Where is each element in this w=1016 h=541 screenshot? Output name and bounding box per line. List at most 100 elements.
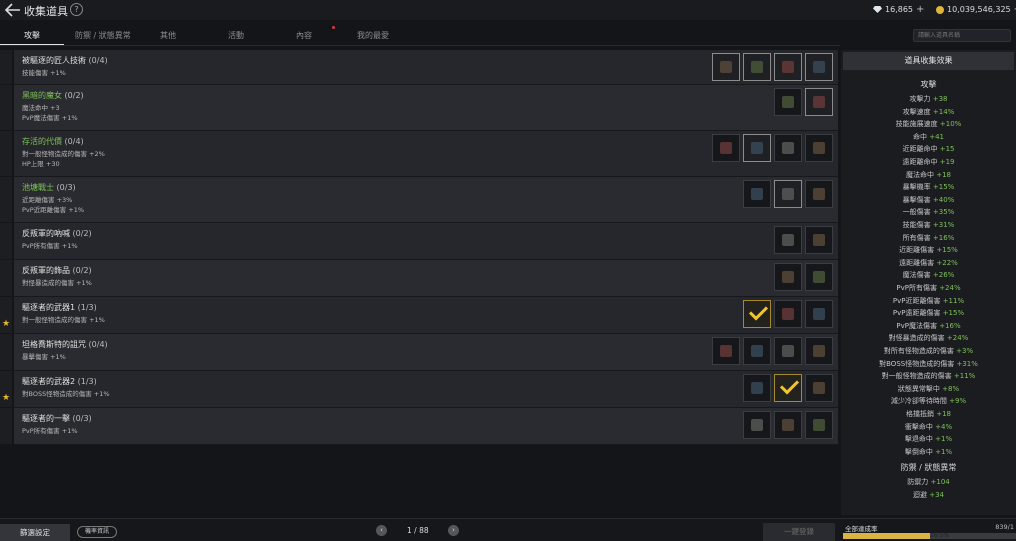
stat-value: +16% — [932, 233, 955, 242]
top-bar: 收集道具 ? 16,865 + 10,039,546,325 + — [0, 0, 1016, 20]
item-slot[interactable] — [774, 134, 802, 162]
item-slot[interactable] — [774, 300, 802, 328]
favorite-toggle[interactable] — [0, 85, 12, 130]
collection-row[interactable]: 反叛軍的飾品 (0/2) 對怪暴造成的傷害 +1% — [0, 260, 838, 297]
stat-line: 格擋抵銷 +18 — [841, 409, 1016, 419]
item-slot[interactable] — [774, 226, 802, 254]
add-diamond-icon[interactable]: + — [916, 4, 924, 15]
favorite-toggle[interactable]: ★ — [0, 371, 12, 407]
stat-label: PvP所有傷害 — [896, 284, 937, 292]
collection-row[interactable]: 坦格喬斯特的詛咒 (0/4) 暴擊傷害 +1% — [0, 334, 838, 371]
collection-row[interactable]: 反叛軍的吶喊 (0/2) PvP所有傷害 +1% — [0, 223, 838, 260]
collection-title: 池塘戰士 — [22, 183, 54, 192]
prev-page-icon[interactable]: ‹ — [376, 525, 387, 536]
tab-favorites[interactable]: 我的最愛 — [357, 30, 389, 41]
tab-content[interactable]: 內容 — [296, 30, 312, 41]
stat-label: 減少冷卻等待時間 — [890, 397, 947, 406]
collection-row[interactable]: ★ 驅逐者的武器1 (1/3) 對一般怪物造成的傷害 +1% — [0, 297, 838, 334]
back-icon[interactable] — [3, 2, 21, 18]
favorite-toggle[interactable]: ★ — [0, 297, 12, 333]
tab-defense-status[interactable]: 防禦 / 狀態異常 — [75, 30, 131, 41]
item-slot[interactable] — [774, 411, 802, 439]
stat-value: +15% — [936, 246, 958, 255]
collection-row[interactable]: 驅逐者的一擊 (0/3) PvP所有傷害 +1% — [0, 408, 838, 445]
collection-effect: 對BOSS怪物造成的傷害 +1% — [22, 390, 110, 398]
help-icon[interactable]: ? — [70, 3, 83, 16]
favorite-toggle[interactable] — [0, 260, 12, 296]
item-slot[interactable] — [712, 134, 740, 162]
favorite-toggle[interactable] — [0, 50, 12, 84]
stat-label: PvP魔法傷害 — [896, 321, 937, 330]
item-slot[interactable] — [743, 180, 771, 208]
stat-label: 迴避 — [912, 491, 927, 499]
diamond-amount: 16,865 — [885, 5, 913, 14]
item-slot[interactable] — [743, 300, 771, 328]
stat-label: 遠距離命中 — [902, 158, 938, 166]
item-slot[interactable] — [774, 180, 802, 208]
item-slot[interactable] — [774, 88, 802, 116]
register-all-button[interactable]: 一鍵登錄 — [763, 523, 835, 541]
item-slot[interactable] — [805, 134, 833, 162]
item-slots — [743, 180, 833, 208]
stat-label: 所有傷害 — [902, 233, 931, 242]
stat-line: 遠距離命中 +19 — [841, 157, 1016, 167]
item-slot[interactable] — [805, 374, 833, 402]
item-slot[interactable] — [774, 337, 802, 365]
tab-event[interactable]: 活動 — [228, 30, 244, 41]
stat-label: 一般傷害 — [902, 208, 931, 217]
item-slot[interactable] — [805, 300, 833, 328]
collection-effect: 暴擊傷害 +1% — [22, 353, 66, 361]
item-slot[interactable] — [712, 337, 740, 365]
stat-value: +1% — [935, 447, 953, 456]
probability-info-button[interactable]: 機率資訊 — [77, 526, 117, 538]
item-slot[interactable] — [805, 263, 833, 291]
item-slots — [743, 300, 833, 328]
item-slot[interactable] — [805, 88, 833, 116]
item-icon — [813, 419, 825, 431]
item-slot[interactable] — [805, 226, 833, 254]
tab-attack[interactable]: 攻擊 — [24, 30, 40, 41]
item-slot[interactable] — [805, 337, 833, 365]
stat-label: 暴擊傷害 — [902, 195, 931, 204]
item-slot[interactable] — [743, 53, 771, 81]
search-input[interactable] — [913, 29, 1011, 42]
stat-line: 迴避 +34 — [841, 490, 1016, 500]
collection-row[interactable]: 被驅逐的匠人技術 (0/4) 技能傷害 +1% — [0, 50, 838, 85]
item-slot[interactable] — [805, 53, 833, 81]
favorite-toggle[interactable] — [0, 334, 12, 370]
stat-label: 對一般怪物造成的傷害 — [881, 372, 952, 381]
item-slot[interactable] — [743, 374, 771, 402]
item-slot[interactable] — [743, 134, 771, 162]
stat-value: +4% — [935, 422, 953, 431]
gold-amount: 10,039,546,325 — [947, 5, 1011, 14]
favorite-toggle[interactable] — [0, 223, 12, 259]
stat-value: +19 — [939, 158, 955, 166]
collection-row[interactable]: ★ 驅逐者的武器2 (1/3) 對BOSS怪物造成的傷害 +1% — [0, 371, 838, 408]
stat-line: 擊倒命中 +1% — [841, 447, 1016, 457]
item-slot[interactable] — [774, 263, 802, 291]
stat-line: 對所有怪物造成的傷害 +3% — [841, 346, 1016, 356]
collection-row[interactable]: 存活的代價 (0/4) 對一般怪物造成的傷害 +2% HP上限 +30 — [0, 131, 838, 177]
favorite-toggle[interactable] — [0, 131, 12, 176]
collection-row[interactable]: 池塘戰士 (0/3) 近距離傷害 +3% PvP近距離傷害 +1% — [0, 177, 838, 223]
total-achievement-label: 全部達成率 — [845, 525, 878, 533]
favorite-toggle[interactable] — [0, 177, 12, 222]
collection-effect: 對一般怪物造成的傷害 +2% — [22, 150, 105, 158]
item-slot[interactable] — [805, 411, 833, 439]
filter-settings-button[interactable]: 篩選設定 — [0, 524, 70, 541]
item-slot[interactable] — [712, 53, 740, 81]
item-slot[interactable] — [743, 411, 771, 439]
stat-value: +35% — [932, 208, 955, 217]
item-slot[interactable] — [774, 374, 802, 402]
collection-name: 黑暗的魔女 (0/2) — [22, 90, 84, 101]
item-slot[interactable] — [743, 337, 771, 365]
bottom-bar: 篩選設定 機率資訊 ‹ 1 / 88 › 一鍵登錄 全部達成率 839/1 16… — [0, 518, 1016, 541]
item-slot[interactable] — [774, 53, 802, 81]
collection-row[interactable]: 黑暗的魔女 (0/2) 魔法命中 +3 PvP魔法傷害 +1% — [0, 85, 838, 131]
stat-value: +11% — [953, 372, 976, 381]
next-page-icon[interactable]: › — [448, 525, 459, 536]
tab-other[interactable]: 其他 — [160, 30, 176, 41]
item-icon — [782, 234, 794, 246]
favorite-toggle[interactable] — [0, 408, 12, 444]
item-slot[interactable] — [805, 180, 833, 208]
